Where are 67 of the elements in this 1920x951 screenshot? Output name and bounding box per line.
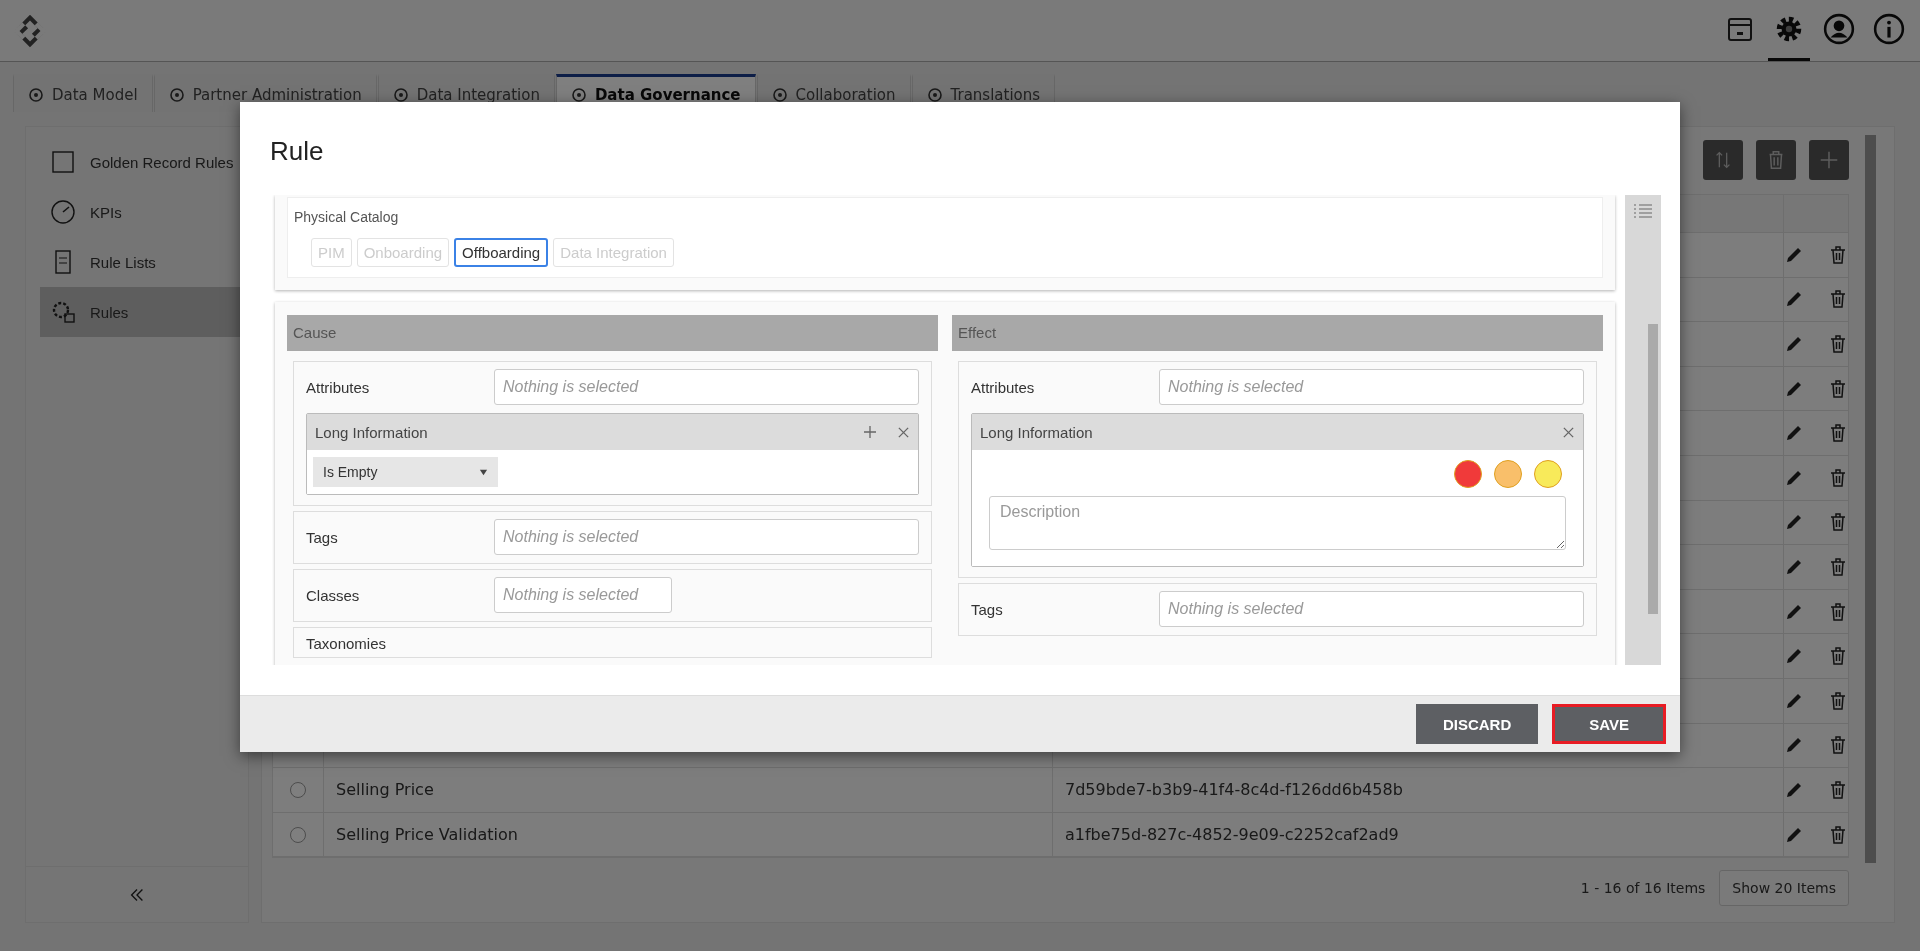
field-label: Physical Catalog: [294, 209, 399, 225]
caret-icon: [479, 467, 488, 477]
delete-icon[interactable]: [1828, 467, 1848, 488]
tab-icon: [392, 86, 409, 103]
row-radio[interactable]: [290, 826, 306, 843]
delete-icon[interactable]: [1828, 289, 1848, 310]
field-label: Tags: [971, 600, 1004, 618]
field-label: Taxonomies: [306, 635, 387, 652]
table-cell: a1fbe75d-827c-4852-9e09-c2252caf2ad9: [1065, 825, 1399, 844]
section-header: Effect: [952, 315, 1603, 351]
sidebar-item-icon: [50, 149, 76, 175]
sidebar-item[interactable]: KPIs: [40, 187, 248, 237]
sidebar-item-icon: [50, 199, 76, 225]
delete-icon[interactable]: [1828, 690, 1848, 711]
close-icon[interactable]: [897, 425, 910, 439]
delete-icon[interactable]: [1828, 824, 1848, 845]
tab-icon: [926, 86, 943, 103]
save-button[interactable]: SAVE: [1552, 704, 1666, 744]
catalog-option[interactable]: Offboarding: [454, 238, 549, 267]
select-field[interactable]: Nothing is selected: [1159, 591, 1584, 627]
scrollbar[interactable]: [1865, 135, 1876, 863]
row-radio[interactable]: [290, 781, 306, 798]
delete-icon[interactable]: [1828, 646, 1848, 667]
scrollbar[interactable]: [1625, 195, 1661, 665]
field-label: Classes: [306, 586, 361, 604]
field-label: Attributes: [971, 378, 1036, 396]
page-size-button[interactable]: Show 20 Items: [1719, 870, 1849, 907]
tab-icon: [28, 86, 44, 103]
tab-icon: [570, 86, 587, 103]
plus-icon: [1818, 149, 1840, 171]
delete-icon[interactable]: [1828, 512, 1848, 533]
tab[interactable]: Data Model: [13, 74, 153, 112]
sidebar-item[interactable]: Golden Record Rules: [40, 137, 248, 187]
delete-icon[interactable]: [1828, 334, 1848, 354]
delete-icon[interactable]: [1828, 378, 1848, 399]
operator-dropdown[interactable]: Is Empty: [313, 457, 498, 487]
table-cell: 7d59bde7-b3b9-41f4-8c4d-f126dd6b458b: [1065, 780, 1403, 800]
delete-icon[interactable]: [1828, 244, 1848, 265]
delete-icon[interactable]: [1828, 735, 1848, 756]
delete-icon[interactable]: [1828, 556, 1848, 577]
table-cell: Selling Price: [336, 780, 434, 800]
table-cell: Selling Price Validation: [336, 825, 518, 844]
panel-title: Long Information: [980, 423, 1093, 441]
description-field[interactable]: Description: [989, 496, 1566, 550]
select-field[interactable]: Nothing is selected: [494, 577, 672, 613]
select-field[interactable]: Nothing is selected: [494, 519, 919, 555]
select-field[interactable]: Nothing is selected: [1159, 369, 1584, 405]
delete-icon[interactable]: [1828, 423, 1848, 444]
severity-option[interactable]: [1454, 460, 1482, 488]
delete-icon[interactable]: [1828, 601, 1848, 622]
sidebar-item-icon: [50, 299, 76, 325]
add-icon[interactable]: [863, 425, 877, 439]
delete-icon[interactable]: [1828, 779, 1848, 800]
panel-title: Long Information: [315, 423, 428, 441]
section-header: Cause: [287, 315, 938, 351]
pagination-summary: 1 - 16 of 16 Items: [1580, 880, 1706, 897]
close-icon[interactable]: [1562, 425, 1575, 439]
field-label: Tags: [306, 528, 339, 546]
edit-icon[interactable]: [1784, 334, 1804, 354]
tab-icon: [771, 86, 788, 103]
dialog-title: Rule: [269, 135, 325, 168]
select-field[interactable]: Nothing is selected: [494, 369, 919, 405]
scrollbar-thumb[interactable]: [1648, 324, 1658, 614]
tab-icon: [168, 86, 185, 103]
discard-button[interactable]: DISCARD: [1415, 704, 1539, 744]
sidebar-item[interactable]: Rule Lists: [40, 237, 248, 287]
field-label: Attributes: [306, 378, 371, 396]
